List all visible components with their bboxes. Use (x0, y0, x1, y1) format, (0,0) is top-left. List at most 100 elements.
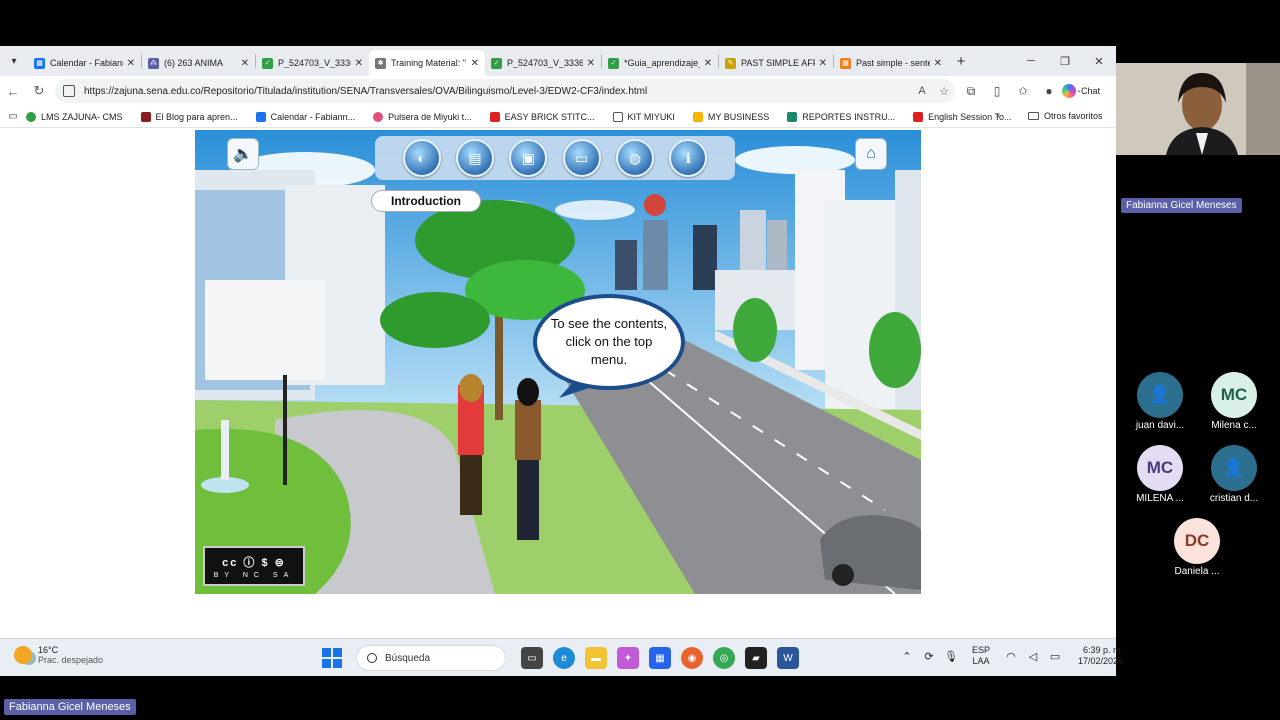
new-tab-button[interactable]: + (948, 53, 974, 70)
file-explorer-icon[interactable]: ▬ (585, 647, 607, 669)
presenter-video[interactable] (1116, 63, 1280, 155)
url-field[interactable]: https://zajuna.sena.edu.co/Repositorio/T… (55, 79, 955, 103)
youtube-icon (489, 111, 500, 122)
zajuna-icon (26, 111, 36, 122)
info-icon[interactable]: ℹ (669, 139, 708, 177)
site-info-icon[interactable] (63, 85, 75, 97)
license-labels: BY NC SA (213, 571, 295, 579)
close-tab-icon[interactable]: ✕ (471, 58, 479, 69)
bookmark-lms-zajuna[interactable]: LMS ZAJUNA- CMS (26, 111, 123, 122)
tab-p524703-b[interactable]: ✓ P_524703_V_33362 ✕ (485, 50, 601, 76)
tab-training-material[interactable]: ✱ Training Material: " ✕ (369, 50, 485, 76)
introduction-label: Introduction (391, 194, 461, 208)
close-tab-icon[interactable]: ✕ (355, 58, 363, 69)
word-icon[interactable]: W (777, 647, 799, 669)
taskbar-search[interactable]: Búsqueda (356, 645, 506, 671)
copilot-chat-button[interactable]: Chat (1062, 80, 1100, 102)
home-icon[interactable]: ⌂ (855, 138, 887, 170)
tab-teams[interactable]: ⁂ (6) 263 ANIMA ✕ (142, 50, 255, 76)
close-tab-icon[interactable]: ✕ (127, 58, 135, 69)
bookmark-blog[interactable]: El Blog para apren... (140, 111, 238, 122)
bookmark-reportes[interactable]: REPORTES INSTRU... (787, 111, 895, 122)
favorites-icon[interactable]: ✩ (1010, 84, 1036, 98)
chevron-up-icon[interactable]: ⌃ (896, 650, 918, 663)
sidebar-toggle-icon[interactable]: ▭ (0, 111, 26, 122)
tab-strip: ▾ ▦ Calendar - Fabianna ✕ ⁂ (6) 263 ANIM… (0, 46, 1116, 76)
participant-name: juan davi... (1135, 420, 1185, 431)
copilot-app-icon[interactable]: ✦ (617, 647, 639, 669)
sticky-notes-icon[interactable]: ▰ (745, 647, 767, 669)
read-aloud-icon[interactable]: A (911, 85, 933, 97)
tab-actions-icon[interactable]: ▾ (0, 46, 28, 76)
tab-past-simple-sentences[interactable]: ▦ Past simple - sente ✕ (834, 50, 948, 76)
chrome-icon[interactable]: ◎ (713, 647, 735, 669)
bookmark-label: Calendar - Fabiann... (270, 111, 356, 122)
tab-past-simple-affir[interactable]: ✎ PAST SIMPLE AFFIR ✕ (719, 50, 833, 76)
store-icon[interactable]: ▦ (649, 647, 671, 669)
tab-guia-aprendizaje[interactable]: ✓ *Guia_aprendizaje_ ✕ (602, 50, 718, 76)
person-icon: 👤 (1211, 445, 1257, 491)
volume-icon[interactable]: ◁ (1022, 650, 1044, 663)
globe-icon[interactable]: ◐ (402, 139, 441, 177)
tab-p524703-a[interactable]: ✓ P_524703_V_33362 ✕ (256, 50, 369, 76)
back-icon[interactable]: ← (0, 78, 26, 104)
bookmark-label: EASY BRICK STITC... (504, 111, 595, 122)
clapper-icon[interactable]: ▤ (455, 139, 494, 177)
maximize-icon[interactable]: ❐ (1048, 46, 1082, 76)
split-screen-icon[interactable]: ▯ (984, 84, 1010, 98)
sound-toggle-icon[interactable]: 🔈 (227, 138, 259, 170)
close-tab-icon[interactable]: ✕ (934, 58, 942, 69)
participant-tile[interactable]: DC Daniela ... (1157, 518, 1237, 577)
clock[interactable]: 6:39 p. m. 17/02/2026 (1078, 645, 1123, 667)
gear-icon: ✱ (375, 57, 386, 69)
bookmark-pulsera[interactable]: Pulsera de Miyuki t... (373, 111, 472, 122)
calendar-icon: ▦ (34, 57, 45, 69)
participant-tile[interactable]: MC MILENA ... (1120, 445, 1200, 504)
creative-commons-badge[interactable]: cc ⓘ $ ⊜ BY NC SA (203, 546, 305, 586)
other-bookmarks[interactable]: Otros favoritos (1028, 111, 1103, 121)
chevron-right-icon[interactable]: › (996, 110, 1000, 122)
tab-calendar[interactable]: ▦ Calendar - Fabianna ✕ (28, 50, 141, 76)
minimize-icon[interactable]: ─ (1014, 46, 1048, 76)
edge-icon[interactable]: e (553, 647, 575, 669)
top-menu: ◐ ▤ ▣ ▭ ◍ ℹ (375, 136, 735, 180)
search-icon (367, 653, 377, 663)
address-bar-row: ← ↻ https://zajuna.sena.edu.co/Repositor… (0, 76, 1116, 106)
close-window-icon[interactable]: ✕ (1082, 46, 1116, 76)
bookmark-easy-brick[interactable]: EASY BRICK STITC... (489, 111, 595, 122)
book-icon[interactable]: ▣ (509, 139, 548, 177)
close-tab-icon[interactable]: ✕ (587, 58, 595, 69)
close-tab-icon[interactable]: ✕ (241, 58, 249, 69)
participant-avatar: DC (1174, 518, 1220, 564)
introduction-button[interactable]: Introduction (371, 190, 481, 212)
participant-tile[interactable]: 👤 juan davi... (1120, 372, 1200, 431)
star-icon[interactable]: ☆ (933, 85, 955, 98)
speech-bubble-text: To see the contents, click on the top me… (550, 316, 668, 367)
refresh-icon[interactable]: ↻ (26, 78, 52, 104)
extensions-icon[interactable]: ⧉ (958, 84, 984, 99)
bookmark-calendar[interactable]: Calendar - Fabiann... (255, 111, 356, 122)
bookmark-label: Pulsera de Miyuki t... (388, 111, 472, 122)
weather-widget[interactable]: 16°C Prac. despejado (14, 645, 103, 665)
task-view-icon[interactable]: ▭ (521, 647, 543, 669)
close-tab-icon[interactable]: ✕ (704, 58, 712, 69)
participant-tile[interactable]: 👤 cristian d... (1194, 445, 1274, 504)
wifi-icon[interactable]: ◠ (1000, 650, 1022, 663)
bookmark-my-business[interactable]: MY BUSINESS (692, 111, 769, 122)
profile-icon[interactable]: ● (1036, 84, 1062, 98)
close-tab-icon[interactable]: ✕ (819, 58, 827, 69)
taskbar-apps: Búsqueda ▭ e ▬ ✦ ▦ ◉ ◎ ▰ W (322, 645, 804, 671)
battery-icon[interactable]: ▭ (1044, 650, 1066, 663)
world-icon[interactable]: ◍ (615, 139, 654, 177)
tab-label: Past simple - sente (856, 58, 930, 68)
windows-start-icon[interactable] (322, 648, 342, 668)
microphone-icon[interactable]: 🎙 (940, 650, 962, 663)
sync-icon[interactable]: ⟳ (918, 650, 940, 663)
bookmark-kit-miyuki[interactable]: KIT MIYUKI (612, 111, 675, 122)
tab-label: (6) 263 ANIMA (164, 58, 224, 68)
video-icon[interactable]: ▭ (562, 139, 601, 177)
language-indicator[interactable]: ESP LAA (972, 645, 990, 667)
participant-tile[interactable]: MC Milena c... (1194, 372, 1274, 431)
speech-bubble: To see the contents, click on the top me… (533, 294, 685, 390)
firefox-icon[interactable]: ◉ (681, 647, 703, 669)
